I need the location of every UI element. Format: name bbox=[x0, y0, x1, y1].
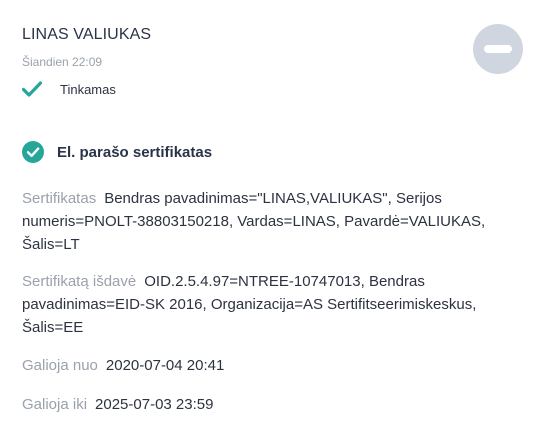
check-icon bbox=[21, 80, 43, 98]
certificate-label: Sertifikatas bbox=[22, 190, 97, 207]
status-label: Tinkamas bbox=[60, 81, 116, 97]
check-circle-icon bbox=[22, 141, 44, 163]
valid-to-label: Galioja iki bbox=[22, 396, 88, 413]
signed-time: Šiandien 22:09 bbox=[22, 55, 103, 69]
valid-from-label: Galioja nuo bbox=[22, 357, 98, 374]
section-title-row: El. parašo sertifikatas bbox=[22, 141, 212, 163]
valid-to-field: Galioja iki 2025-07-03 23:59 bbox=[22, 393, 522, 416]
issuer-label: Sertifikatą išdavė bbox=[22, 273, 137, 290]
remove-signature-button[interactable] bbox=[473, 24, 523, 74]
certificate-field: Sertifikatas Bendras pavadinimas="LINAS,V… bbox=[22, 187, 522, 256]
signature-status: Tinkamas bbox=[21, 80, 116, 98]
section-title: El. parašo sertifikatas bbox=[57, 143, 213, 161]
valid-from-field: Galioja nuo 2020-07-04 20:41 bbox=[22, 354, 522, 377]
minus-circle-icon bbox=[484, 45, 512, 53]
valid-from-value: 2020-07-04 20:41 bbox=[105, 357, 225, 374]
issuer-field: Sertifikatą išdavė OID.2.5.4.97=NTREE-107… bbox=[22, 270, 522, 339]
valid-to-value: 2025-07-03 23:59 bbox=[95, 396, 214, 413]
signer-name: LINAS VALIUKAS bbox=[22, 26, 152, 43]
